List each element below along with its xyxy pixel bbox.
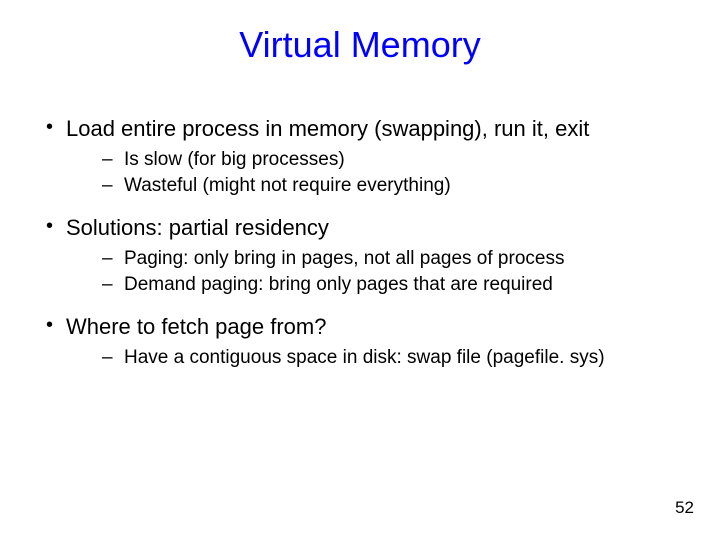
sub-bullet-item: Wasteful (might not require everything) — [40, 174, 680, 199]
sub-bullet-item: Paging: only bring in pages, not all pag… — [40, 247, 680, 272]
slide-content: Load entire process in memory (swapping)… — [40, 114, 680, 371]
sub-bullet-item: Is slow (for big processes) — [40, 148, 680, 173]
bullet-item: Solutions: partial residency — [40, 213, 680, 243]
bullet-item: Load entire process in memory (swapping)… — [40, 114, 680, 144]
sub-bullet-item: Demand paging: bring only pages that are… — [40, 273, 680, 298]
slide: Virtual Memory Load entire process in me… — [0, 0, 720, 540]
page-number: 52 — [675, 498, 694, 518]
bullet-item: Where to fetch page from? — [40, 312, 680, 342]
slide-title: Virtual Memory — [40, 24, 680, 66]
sub-bullet-item: Have a contiguous space in disk: swap fi… — [40, 346, 680, 371]
